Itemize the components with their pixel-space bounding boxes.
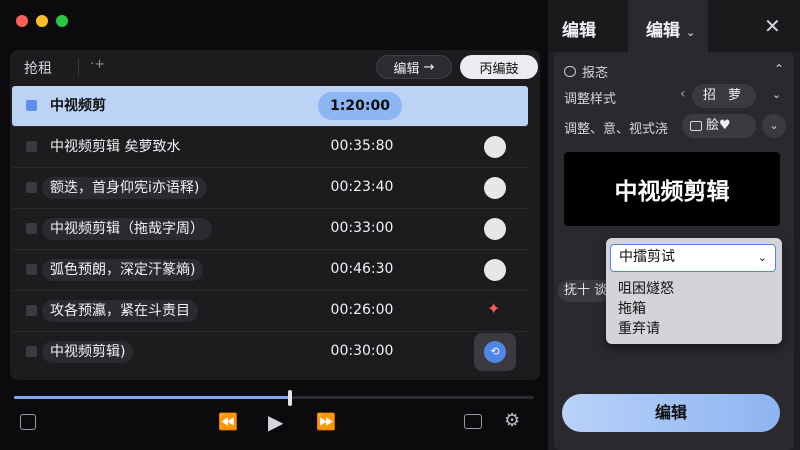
tab-edit[interactable]: 编辑 (562, 16, 596, 41)
toolbar-title: 抢租 (24, 61, 52, 77)
inspector-panel: 编辑 编辑 ⌄ ✕ 报忞 ⌃ 调整样式 ‹ 招 萝 ⌄ 调整、意、视式浇 脍♥ ⌄… (548, 0, 800, 450)
tab-label: 编辑 (646, 21, 680, 41)
clip-list-panel: 抢租 ·+ 编辑 → 丙编鼓 中视频剪 1:20:00 中视频剪辑 矣萝致水 0… (10, 50, 540, 380)
style-selector[interactable]: 招 萝 (692, 84, 756, 108)
timeline-progress (14, 396, 290, 399)
row-toggle-circle[interactable] (484, 218, 506, 240)
primary-edit-button[interactable]: 编辑 (562, 394, 780, 432)
chevron-down-icon: ⌄ (686, 26, 696, 39)
row-checkbox[interactable] (26, 264, 37, 275)
list-toolbar: 抢租 ·+ 编辑 → 丙编鼓 (10, 50, 540, 84)
row-checkbox[interactable] (26, 100, 37, 111)
table-row[interactable]: 中视频剪辑 矣萝致水 00:35:80 (12, 127, 528, 167)
fast-forward-icon[interactable]: ⏩ (316, 412, 336, 431)
caption-preview: 中视频剪辑 (564, 152, 780, 226)
row-duration: 00:35:80 (330, 138, 394, 154)
chevron-up-icon[interactable]: ⌃ (774, 62, 784, 76)
chevron-down-icon: ⌄ (757, 251, 767, 264)
caption-icon (690, 121, 702, 131)
row-checkbox[interactable] (26, 346, 37, 357)
table-row[interactable]: 额迭，首身仰宪i亦语释) 00:23:40 (12, 168, 528, 208)
row-checkbox[interactable] (26, 223, 37, 234)
rewind-icon[interactable]: ⏪ (218, 412, 238, 431)
inspector-body: 报忞 ⌃ 调整样式 ‹ 招 萝 ⌄ 调整、意、视式浇 脍♥ ⌄ 中视频剪辑 抚十… (554, 52, 794, 450)
sparkle-icon[interactable]: ✦ (487, 299, 500, 318)
link-icon: ⟲ (484, 341, 506, 363)
subtitle-icon[interactable] (464, 414, 482, 429)
row-label: 中视频剪辑 矣萝致水 (50, 139, 181, 155)
dropdown-select[interactable]: 中擂剪试 ⌄ (610, 244, 776, 272)
row-label: 攻各预瀛，紧在斗责目 (42, 300, 198, 322)
row-duration: 00:30:00 (330, 343, 394, 359)
row-duration: 00:33:00 (330, 220, 394, 236)
gear-icon[interactable]: ⚙ (504, 410, 520, 431)
dropdown-option[interactable]: 拖箱 (618, 298, 646, 318)
row-label: 中视频剪辑（拖哉字周） (42, 218, 212, 240)
table-row[interactable]: 中视频剪 1:20:00 (12, 86, 528, 126)
row-label: 弧色预朗，深定汗篆熵) (42, 259, 204, 281)
app-window: 抢租 ·+ 编辑 → 丙编鼓 中视频剪 1:20:00 中视频剪辑 矣萝致水 0… (0, 0, 800, 450)
dropdown-option[interactable]: 重弃请 (618, 318, 660, 338)
zoom-window-button[interactable] (56, 15, 68, 27)
playback-timeline[interactable] (14, 396, 534, 399)
dropdown-option[interactable]: 咀困燧怒 (618, 278, 674, 298)
timeline-scrubber[interactable] (287, 390, 292, 406)
row-toggle-circle[interactable] (484, 259, 506, 281)
inspector-header: 编辑 编辑 ⌄ ✕ (548, 0, 800, 52)
close-icon[interactable]: ✕ (764, 14, 781, 38)
table-row[interactable]: 中视频剪辑（拖哉字周） 00:33:00 (12, 209, 528, 249)
row-action-button[interactable]: ⟲ (474, 333, 516, 371)
add-icon[interactable]: ·+ (90, 57, 105, 72)
caption-style-value: 脍♥ (706, 118, 731, 133)
table-row[interactable]: 中视频剪辑) 00:30:00 ⟲ (12, 332, 528, 372)
row-duration: 1:20:00 (318, 92, 402, 120)
style-label: 调整样式 (564, 92, 617, 107)
secondary-button[interactable]: 丙编鼓 (460, 55, 538, 79)
toolbar-divider (78, 58, 79, 76)
chevron-left-icon[interactable]: ‹ (680, 86, 686, 102)
row-toggle-circle[interactable] (484, 136, 506, 158)
window-controls (16, 15, 68, 27)
close-window-button[interactable] (16, 15, 28, 27)
row-label: 中视频剪辑) (42, 341, 134, 363)
caption-style-selector[interactable]: 脍♥ (682, 114, 756, 138)
chat-bubble-icon (564, 66, 576, 77)
table-row[interactable]: 攻各预瀛，紧在斗责目 00:26:00 ✦ (12, 291, 528, 331)
arrow-right-icon: → (423, 59, 435, 75)
chevron-down-icon[interactable]: ⌄ (762, 114, 786, 138)
section-header[interactable]: 报忞 (564, 62, 608, 81)
edit-button[interactable]: 编辑 → (376, 55, 452, 79)
row-duration: 00:26:00 (330, 302, 394, 318)
play-icon[interactable]: ▶ (268, 410, 283, 434)
table-row[interactable]: 弧色预朗，深定汗篆熵) 00:46:30 (12, 250, 528, 290)
row-checkbox[interactable] (26, 141, 37, 152)
section-title: 报忞 (582, 66, 609, 81)
row-duration: 00:46:30 (330, 261, 394, 277)
dropdown-menu: 中擂剪试 ⌄ 咀困燧怒 拖箱 重弃请 (606, 238, 782, 344)
row-checkbox[interactable] (26, 182, 37, 193)
edit-button-label: 编辑 (393, 61, 420, 77)
row-checkbox[interactable] (26, 305, 37, 316)
adjust-label: 调整、意、视式浇 (564, 122, 669, 137)
crop-icon[interactable] (20, 414, 36, 430)
row-duration: 00:23:40 (330, 179, 394, 195)
row-label: 额迭，首身仰宪i亦语释) (42, 177, 208, 199)
row-toggle-circle[interactable] (484, 177, 506, 199)
dropdown-selected-value: 中擂剪试 (619, 249, 675, 265)
chevron-down-icon[interactable]: ⌄ (772, 88, 781, 101)
row-label: 中视频剪 (50, 98, 106, 114)
side-tag[interactable]: 抚十 谈 (558, 280, 614, 302)
minimize-window-button[interactable] (36, 15, 48, 27)
tab-edit-menu[interactable]: 编辑 ⌄ (628, 0, 708, 52)
